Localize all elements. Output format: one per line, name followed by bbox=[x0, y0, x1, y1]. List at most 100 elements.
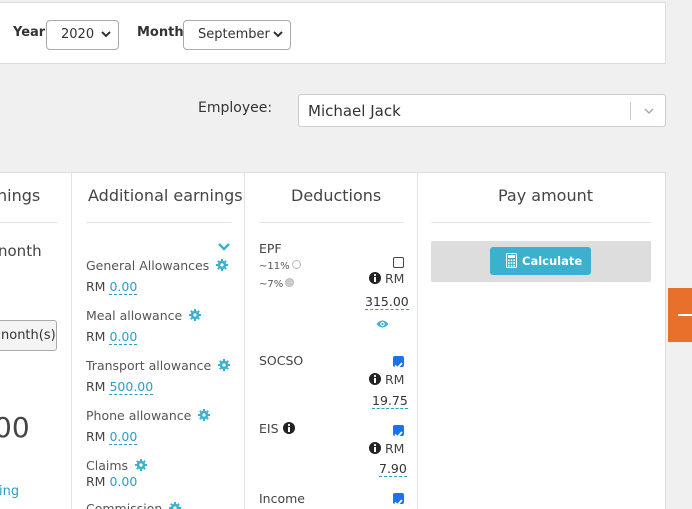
eis-label: EIS bbox=[259, 421, 279, 436]
transport-allowance-text: Transport allowance bbox=[86, 358, 212, 373]
eis-currency-row: RM bbox=[369, 441, 404, 456]
phone-allowance-text: Phone allowance bbox=[86, 408, 192, 423]
checkmark-icon bbox=[394, 431, 403, 439]
currency: RM bbox=[384, 271, 405, 286]
epf-checkbox[interactable] bbox=[393, 257, 404, 268]
gear-icon[interactable] bbox=[216, 259, 229, 271]
deductions-title: Deductions bbox=[291, 186, 382, 205]
chevron-down-icon bbox=[644, 108, 654, 115]
pay-amount-column: Pay amount Calculate bbox=[418, 173, 666, 509]
deductions-column: Deductions EPF ~11% ~7% RM 315.00 SOCSO … bbox=[245, 173, 418, 509]
pay-amount-title: Pay amount bbox=[498, 186, 594, 205]
gear-icon[interactable] bbox=[198, 409, 211, 421]
chevron-down-icon[interactable] bbox=[218, 242, 230, 252]
general-allowances-amount-row: RM 0.00 bbox=[86, 279, 138, 295]
socso-label: SOCSO bbox=[259, 353, 304, 368]
calculate-button-label: Calculate bbox=[522, 254, 583, 268]
gear-icon[interactable] bbox=[218, 359, 231, 371]
select-divider bbox=[630, 102, 631, 120]
employee-select[interactable]: Michael Jack bbox=[298, 94, 666, 127]
currency: RM bbox=[86, 474, 106, 489]
eis-amount[interactable]: 7.90 bbox=[379, 461, 407, 477]
side-panel-toggle[interactable] bbox=[668, 288, 692, 342]
phone-allowance-amount[interactable]: 0.00 bbox=[109, 429, 138, 445]
chevron-down-icon bbox=[101, 31, 111, 38]
eis-checkbox[interactable] bbox=[393, 425, 404, 439]
meal-allowance-label: Meal allowance bbox=[86, 308, 202, 323]
info-icon[interactable] bbox=[369, 373, 381, 385]
general-allowances-amount[interactable]: 0.00 bbox=[109, 279, 138, 295]
epf-option-11[interactable]: ~11% bbox=[259, 260, 301, 272]
epf-label: EPF bbox=[259, 241, 282, 256]
additional-earnings-title: Additional earnings bbox=[88, 186, 243, 205]
socso-checkbox[interactable] bbox=[393, 356, 404, 370]
earnings-column: nings nonth nonth(s) 00 ing bbox=[0, 173, 72, 509]
chevron-down-icon bbox=[273, 31, 283, 38]
info-icon[interactable] bbox=[369, 442, 381, 454]
year-label: Year bbox=[13, 25, 46, 40]
currency: RM bbox=[384, 441, 405, 456]
month-value: September bbox=[198, 27, 270, 42]
epf-option-7-text: ~7% bbox=[259, 279, 284, 290]
radio-button[interactable] bbox=[285, 278, 295, 287]
phone-allowance-label: Phone allowance bbox=[86, 408, 211, 423]
transport-allowance-amount[interactable]: 500.00 bbox=[109, 379, 154, 395]
info-icon[interactable] bbox=[282, 422, 295, 434]
divider bbox=[431, 222, 651, 223]
gear-icon[interactable] bbox=[169, 502, 182, 509]
checkmark-icon bbox=[394, 499, 403, 507]
income-label: Income bbox=[259, 491, 305, 506]
currency: RM bbox=[86, 379, 106, 394]
transport-allowance-amount-row: RM 500.00 bbox=[86, 379, 154, 395]
epf-option-7[interactable]: ~7% bbox=[259, 278, 295, 290]
calculate-button[interactable]: Calculate bbox=[490, 247, 591, 275]
months-button[interactable]: nonth(s) bbox=[0, 320, 57, 351]
currency: RM bbox=[86, 329, 106, 344]
claims-amount-row: RM 0.00 bbox=[86, 474, 137, 489]
divider bbox=[86, 222, 231, 223]
claims-label: Claims bbox=[86, 458, 148, 473]
phone-allowance-amount-row: RM 0.00 bbox=[86, 429, 138, 445]
currency: RM bbox=[86, 279, 106, 294]
currency: RM bbox=[384, 372, 405, 387]
epf-amount[interactable]: 315.00 bbox=[365, 294, 409, 310]
socso-currency-row: RM bbox=[369, 372, 404, 387]
calculator-icon bbox=[506, 253, 517, 268]
month-label: Month bbox=[137, 25, 184, 40]
employee-value: Michael Jack bbox=[308, 102, 401, 120]
info-icon[interactable] bbox=[369, 272, 381, 284]
meal-allowance-amount-row: RM 0.00 bbox=[86, 329, 138, 345]
radio-button[interactable] bbox=[291, 260, 301, 269]
meal-allowance-amount[interactable]: 0.00 bbox=[109, 329, 138, 345]
income-checkbox[interactable] bbox=[393, 493, 404, 507]
epf-option-11-text: ~11% bbox=[259, 261, 290, 272]
epf-currency-row: RM bbox=[369, 271, 404, 286]
transport-allowance-label: Transport allowance bbox=[86, 358, 231, 373]
earnings-link[interactable]: ing bbox=[0, 484, 19, 499]
side-panel-icon bbox=[678, 314, 692, 316]
commission-text: Commission bbox=[86, 501, 163, 509]
additional-earnings-column: Additional earnings General Allowances R… bbox=[72, 173, 245, 509]
general-allowances-label: General Allowances bbox=[86, 258, 229, 273]
eye-icon[interactable] bbox=[376, 319, 389, 329]
socso-amount[interactable]: 19.75 bbox=[372, 393, 408, 409]
gear-icon[interactable] bbox=[189, 309, 202, 321]
earnings-period-text: nonth bbox=[0, 242, 42, 260]
divider bbox=[0, 222, 58, 223]
gear-icon[interactable] bbox=[135, 459, 148, 471]
claims-amount[interactable]: 0.00 bbox=[109, 474, 137, 489]
period-filter-bar: Year 2020 Month September bbox=[0, 2, 666, 64]
month-select[interactable]: September bbox=[183, 20, 291, 50]
claims-text: Claims bbox=[86, 458, 129, 473]
months-button-label: nonth(s) bbox=[1, 328, 56, 343]
general-allowances-text: General Allowances bbox=[86, 258, 210, 273]
earnings-value: 00 bbox=[0, 411, 30, 444]
year-select[interactable]: 2020 bbox=[46, 20, 119, 50]
meal-allowance-text: Meal allowance bbox=[86, 308, 183, 323]
calculate-bar: Calculate bbox=[431, 241, 651, 282]
year-value: 2020 bbox=[61, 27, 95, 42]
employee-label: Employee: bbox=[198, 100, 273, 116]
divider bbox=[259, 222, 404, 223]
eis-label-row: EIS bbox=[259, 421, 295, 436]
checkmark-icon bbox=[394, 362, 403, 370]
